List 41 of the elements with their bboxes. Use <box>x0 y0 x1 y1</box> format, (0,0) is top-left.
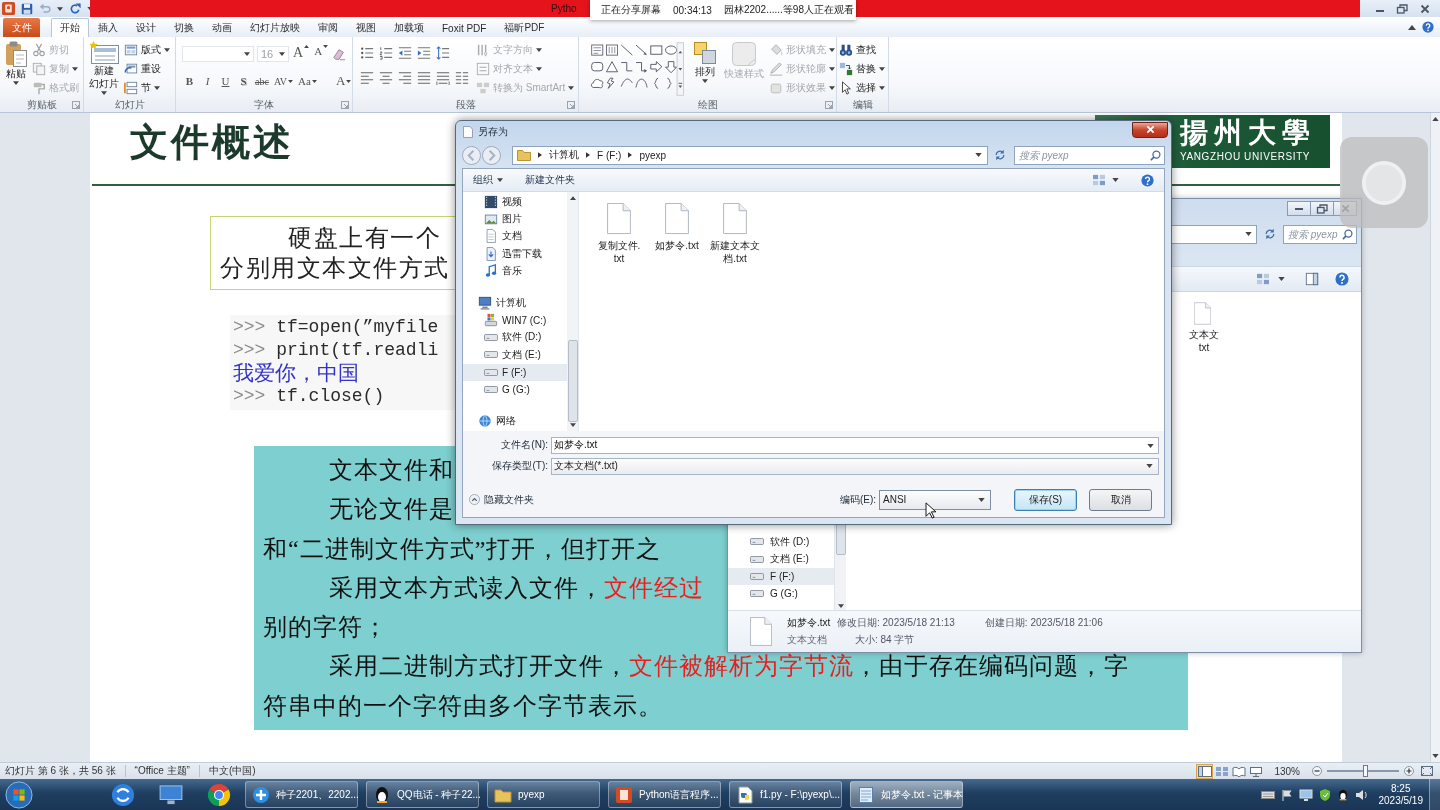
console-line: >>> print(tf.readli <box>233 339 439 362</box>
paragraph-line: 采用文本方式读入文件，文件经过 <box>329 573 704 603</box>
paragraph-line: 别的字符； <box>263 613 388 643</box>
clock-date: 2023/5/19 <box>1378 794 1423 807</box>
language-indicator: 中文(中国) <box>208 764 256 778</box>
paragraph-line: 文本文件和 <box>329 456 454 485</box>
created-date: 创建日期: 2023/5/18 21:06 <box>984 616 1103 630</box>
console-line: 我爱你，中国 <box>233 362 359 385</box>
group-label: 幻灯片 <box>114 98 145 112</box>
slide-counter: 幻灯片 第 6 张，共 56 张 <box>5 764 116 778</box>
group-label: 绘图 <box>697 98 718 112</box>
logo-subtitle: YANGZHOU UNIVERSITY <box>1180 151 1311 163</box>
viewer-count-text: 园林2202......等98人正在观看 <box>723 3 854 17</box>
logo-name: 揚州大學 <box>1180 116 1316 150</box>
text-line: 分别用文本文件方式 <box>220 254 450 283</box>
clock-time: 8:25 <box>1391 782 1411 795</box>
group-label: 剪贴板 <box>26 98 57 112</box>
field-label: 保存类型(T): <box>491 459 549 473</box>
group-label: 编辑 <box>852 98 873 112</box>
file-type: 文本文档 <box>787 633 828 647</box>
console-line: >>> tf.close() <box>233 385 385 408</box>
paragraph-line: 和“二进制文件方式”打开，但打开之 <box>263 534 662 564</box>
paragraph-line: 符串中的一个字符由多个字节表示。 <box>263 691 663 721</box>
group-label: 段落 <box>455 98 476 112</box>
file-size: 大小: 84 字节 <box>854 633 915 647</box>
group-label: 字体 <box>254 98 274 112</box>
field-label: 文件名(N): <box>500 438 549 452</box>
paragraph-line: 无论文件是 <box>329 495 454 525</box>
paragraph-line: 采用二进制方式打开文件，文件被解析为字节流，由于存在编码问题，字 <box>329 652 1129 682</box>
window-title: Pytho <box>551 3 577 14</box>
modified-date: 修改日期: 2023/5/18 21:13 <box>837 616 955 630</box>
console-line: >>> tf=open(”myfile <box>233 316 439 339</box>
share-timer: 00:34:13 <box>673 4 712 16</box>
zoom-level: 130% <box>1274 765 1300 777</box>
slide-title: 文件概述 <box>130 120 294 165</box>
theme-name: “Office 主题” <box>134 764 190 778</box>
file-name: 如梦令.txt <box>787 616 832 630</box>
field-label: 编码(E): <box>839 492 877 507</box>
dialog-title: 另存为 <box>478 124 508 139</box>
share-status-text: 正在分享屏幕 <box>601 3 661 17</box>
text-line: 硬盘上有一个 <box>288 224 441 253</box>
